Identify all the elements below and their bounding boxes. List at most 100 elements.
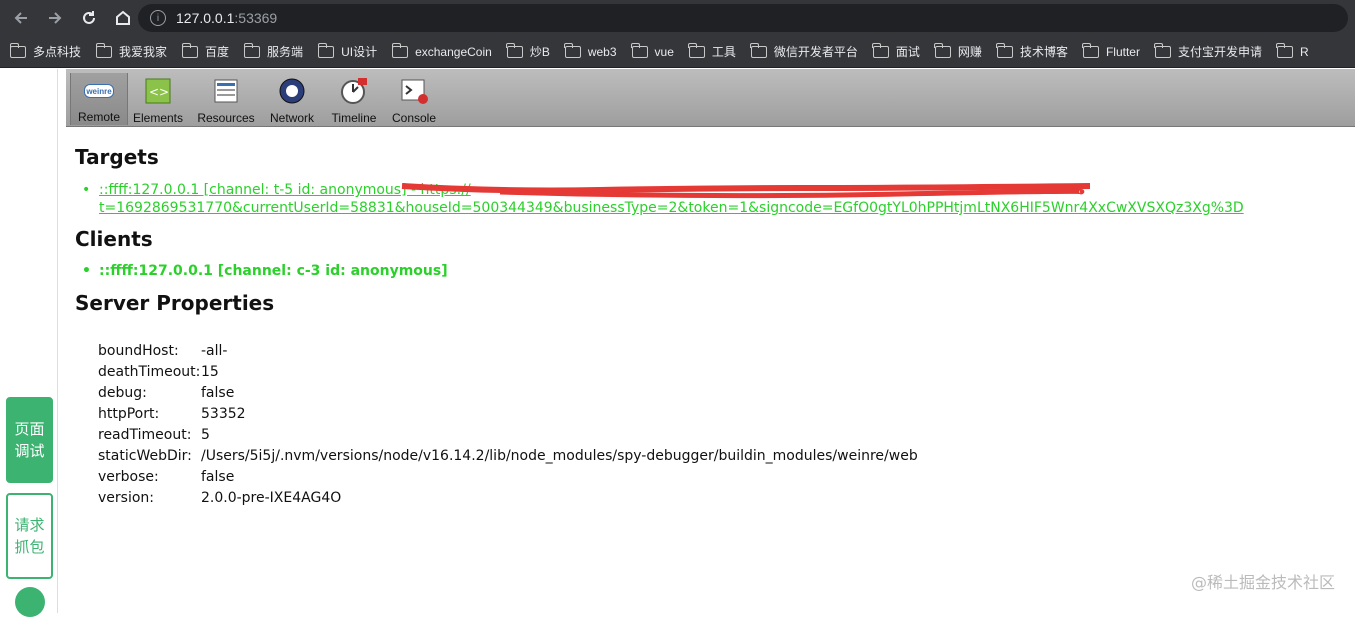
property-row: deathTimeout:15 bbox=[98, 361, 918, 382]
bookmark-item[interactable]: 多点科技 bbox=[10, 43, 81, 60]
bookmark-item[interactable]: 炒B bbox=[507, 43, 550, 60]
tab-network[interactable]: Network bbox=[263, 73, 321, 125]
console-icon bbox=[399, 76, 429, 106]
page-debug-label: 页面调试 bbox=[13, 418, 47, 462]
property-row: staticWebDir:/Users/5i5j/.nvm/versions/n… bbox=[98, 445, 918, 466]
server-properties-table: boundHost:-all-deathTimeout:15debug:fals… bbox=[98, 340, 918, 508]
bookmark-item[interactable]: 微信开发者平台 bbox=[751, 43, 858, 60]
bookmark-item[interactable]: vue bbox=[632, 45, 674, 59]
bookmark-item[interactable]: UI设计 bbox=[318, 43, 377, 60]
bookmark-label: 微信开发者平台 bbox=[774, 43, 858, 60]
folder-icon bbox=[182, 46, 198, 58]
url-port: :53369 bbox=[234, 10, 277, 26]
tab-label: Network bbox=[270, 111, 314, 125]
bookmark-label: 工具 bbox=[712, 43, 736, 60]
bookmark-label: exchangeCoin bbox=[415, 45, 492, 59]
address-bar: i 127.0.0.1:53369 bbox=[0, 0, 1355, 36]
property-row: httpPort:53352 bbox=[98, 403, 918, 424]
info-icon[interactable]: i bbox=[150, 10, 166, 26]
property-row: verbose:false bbox=[98, 466, 918, 487]
back-icon[interactable] bbox=[10, 7, 32, 29]
bookmarks-bar: 多点科技 我爱我家 百度 服务端 UI设计 exchangeCoin 炒B web3 vue 工具… bbox=[0, 36, 1355, 68]
url-host: 127.0.0.1 bbox=[176, 10, 234, 26]
bookmark-label: 网赚 bbox=[958, 43, 982, 60]
bookmark-item[interactable]: Flutter bbox=[1083, 45, 1140, 59]
bookmark-label: Flutter bbox=[1106, 45, 1140, 59]
folder-icon bbox=[1277, 46, 1293, 58]
client-item[interactable]: ::ffff:127.0.0.1 [channel: c-3 id: anony… bbox=[99, 263, 1345, 279]
bookmark-item[interactable]: 支付宝开发申请 bbox=[1155, 43, 1262, 60]
folder-icon bbox=[565, 46, 581, 58]
folder-icon bbox=[96, 46, 112, 58]
tab-remote[interactable]: weinre Remote bbox=[70, 73, 128, 125]
tab-label: Elements bbox=[133, 111, 183, 125]
left-panel: 页面调试 请求抓包 bbox=[0, 69, 58, 613]
bookmark-item[interactable]: 我爱我家 bbox=[96, 43, 167, 60]
forward-icon[interactable] bbox=[44, 7, 66, 29]
bookmark-item[interactable]: web3 bbox=[565, 45, 617, 59]
svg-text:<>: <> bbox=[149, 85, 169, 99]
tab-resources[interactable]: Resources bbox=[192, 73, 260, 125]
bookmark-label: 多点科技 bbox=[33, 43, 81, 60]
bookmark-item[interactable]: exchangeCoin bbox=[392, 45, 492, 59]
bookmark-item[interactable]: 技术博客 bbox=[997, 43, 1068, 60]
folder-icon bbox=[935, 46, 951, 58]
property-value: 53352 bbox=[201, 406, 246, 422]
home-icon[interactable] bbox=[112, 7, 134, 29]
property-key: deathTimeout: bbox=[98, 364, 201, 380]
property-key: verbose: bbox=[98, 469, 201, 485]
tab-elements[interactable]: <> Elements bbox=[128, 73, 188, 125]
folder-icon bbox=[507, 46, 523, 58]
property-key: httpPort: bbox=[98, 406, 201, 422]
property-value: 5 bbox=[201, 427, 210, 443]
property-value: /Users/5i5j/.nvm/versions/node/v16.14.2/… bbox=[201, 448, 918, 464]
tab-label: Console bbox=[392, 111, 436, 125]
folder-icon bbox=[244, 46, 260, 58]
folder-icon bbox=[318, 46, 334, 58]
property-value: -all- bbox=[201, 343, 227, 359]
bookmark-item[interactable]: 网赚 bbox=[935, 43, 982, 60]
weinre-toolbar: weinre Remote <> Elements Resources Netw… bbox=[66, 69, 1355, 127]
property-row: boundHost:-all- bbox=[98, 340, 918, 361]
main-content: Targets ::ffff:127.0.0.1 [channel: t-5 i… bbox=[75, 145, 1345, 315]
bookmark-label: vue bbox=[655, 45, 674, 59]
weinre-logo-text: weinre bbox=[86, 87, 111, 96]
property-key: boundHost: bbox=[98, 343, 201, 359]
bookmark-label: UI设计 bbox=[341, 43, 377, 60]
folder-icon bbox=[997, 46, 1013, 58]
bookmark-item[interactable]: 百度 bbox=[182, 43, 229, 60]
url-field[interactable]: i 127.0.0.1:53369 bbox=[138, 4, 1348, 32]
property-key: version: bbox=[98, 490, 201, 506]
folder-icon bbox=[632, 46, 648, 58]
watermark: @稀土掘金技术社区 bbox=[1191, 569, 1335, 593]
property-key: debug: bbox=[98, 385, 201, 401]
bookmark-item[interactable]: 面试 bbox=[873, 43, 920, 60]
bookmark-label: 技术博客 bbox=[1020, 43, 1068, 60]
resources-icon bbox=[211, 76, 241, 106]
target-link-line2: t=1692869531770&currentUserId=58831&hous… bbox=[99, 199, 1345, 217]
folder-icon bbox=[689, 46, 705, 58]
bookmark-label: 支付宝开发申请 bbox=[1178, 43, 1262, 60]
weinre-logo-icon: weinre bbox=[84, 84, 114, 98]
network-icon bbox=[277, 76, 307, 106]
reload-icon[interactable] bbox=[78, 7, 100, 29]
bookmark-label: 百度 bbox=[205, 43, 229, 60]
bookmark-label: 炒B bbox=[530, 43, 550, 60]
clients-heading: Clients bbox=[75, 227, 1345, 251]
bookmark-label: 我爱我家 bbox=[119, 43, 167, 60]
property-value: 2.0.0-pre-IXE4AG4O bbox=[201, 490, 341, 506]
bookmark-label: 面试 bbox=[896, 43, 920, 60]
bookmark-item[interactable]: R bbox=[1277, 45, 1309, 59]
folder-icon bbox=[1155, 46, 1171, 58]
page-debug-button[interactable]: 页面调试 bbox=[6, 397, 53, 483]
tab-console[interactable]: Console bbox=[386, 73, 442, 125]
tab-timeline[interactable]: Timeline bbox=[324, 73, 384, 125]
property-key: readTimeout: bbox=[98, 427, 201, 443]
bookmark-label: 服务端 bbox=[267, 43, 303, 60]
timeline-icon bbox=[339, 76, 369, 106]
capture-request-button[interactable]: 请求抓包 bbox=[6, 493, 53, 579]
property-value: 15 bbox=[201, 364, 219, 380]
bookmark-item[interactable]: 服务端 bbox=[244, 43, 303, 60]
property-row: readTimeout:5 bbox=[98, 424, 918, 445]
bookmark-item[interactable]: 工具 bbox=[689, 43, 736, 60]
